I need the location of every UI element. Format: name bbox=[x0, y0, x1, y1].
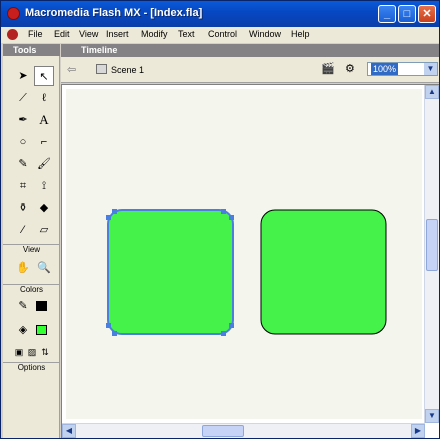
flash-app-icon bbox=[7, 7, 20, 20]
view-section-label: View bbox=[3, 244, 60, 254]
lasso-tool-icon[interactable]: ℓ bbox=[34, 88, 54, 108]
menu-bar: File Edit View Insert Modify Text Contro… bbox=[1, 27, 439, 43]
subselect-tool-icon[interactable]: ↖ bbox=[34, 66, 54, 86]
stroke-color-pencil-icon: ✎ bbox=[18, 300, 28, 312]
menu-control[interactable]: Control bbox=[208, 29, 237, 39]
menu-text[interactable]: Text bbox=[178, 29, 195, 39]
menu-window[interactable]: Window bbox=[249, 29, 281, 39]
oval-tool-icon[interactable]: ○ bbox=[13, 132, 33, 152]
fill-color-bucket-icon: ◈ bbox=[18, 324, 28, 336]
scroll-left-button[interactable]: ◀ bbox=[62, 424, 76, 438]
pencil-tool-icon[interactable]: ✎ bbox=[13, 154, 33, 174]
tools-panel-title[interactable]: Tools bbox=[3, 44, 60, 56]
zoom-select[interactable]: 100% ▼ bbox=[367, 62, 438, 76]
menu-insert[interactable]: Insert bbox=[106, 29, 129, 39]
flash-window: Macromedia Flash MX - [Index.fla] _ □ ✕ … bbox=[0, 0, 440, 439]
menu-help[interactable]: Help bbox=[291, 29, 310, 39]
free-transform-tool-icon[interactable]: ⌗ bbox=[13, 176, 33, 196]
line-tool-icon[interactable]: ⟋ bbox=[13, 88, 33, 108]
horizontal-scroll-thumb[interactable] bbox=[202, 425, 244, 437]
menu-edit[interactable]: Edit bbox=[54, 29, 70, 39]
timeline-label: Timeline bbox=[81, 45, 118, 55]
rounded-rectangle[interactable] bbox=[260, 209, 387, 335]
window-title: Macromedia Flash MX - [Index.fla] bbox=[25, 7, 203, 19]
swap-colors-icon[interactable]: ⇅ bbox=[35, 342, 55, 362]
pen-tool-icon[interactable]: ✒ bbox=[13, 110, 33, 130]
selected-rounded-rectangle[interactable] bbox=[107, 209, 234, 335]
vertical-scroll-thumb[interactable] bbox=[426, 219, 438, 271]
stroke-color-swatch[interactable] bbox=[36, 301, 47, 311]
scene-icon bbox=[96, 64, 107, 74]
scroll-right-button[interactable]: ▶ bbox=[411, 424, 425, 438]
close-button[interactable]: ✕ bbox=[418, 5, 436, 23]
back-arrow-icon[interactable]: ⇦ bbox=[67, 63, 76, 76]
menu-file[interactable]: File bbox=[28, 29, 43, 39]
eraser-tool-icon[interactable]: ▱ bbox=[34, 220, 54, 240]
stage-area[interactable]: ▲ ▼ ◀ ▶ bbox=[61, 84, 439, 438]
zoom-tool-icon[interactable]: 🔍 bbox=[34, 258, 54, 278]
horizontal-scrollbar[interactable]: ◀ ▶ bbox=[62, 423, 425, 438]
colors-section-label: Colors bbox=[3, 284, 60, 294]
options-section-label: Options bbox=[3, 362, 60, 372]
stage-canvas bbox=[106, 209, 387, 336]
eyedropper-tool-icon[interactable]: ⁄ bbox=[13, 220, 33, 240]
scroll-down-button[interactable]: ▼ bbox=[425, 409, 439, 423]
maximize-button[interactable]: □ bbox=[398, 5, 416, 23]
fill-color-swatch[interactable] bbox=[36, 325, 47, 335]
minimize-button[interactable]: _ bbox=[378, 5, 396, 23]
tools-panel: Tools ➤ ↖ ⟋ ℓ ✒ A ○ ⌐ ✎ 🖌 ⌗ ⟟ ⚱ ◆ ⁄ ▱ Vi… bbox=[3, 44, 60, 438]
edit-scene-icon[interactable]: 🎬 bbox=[321, 62, 335, 75]
vertical-scrollbar[interactable]: ▲ ▼ bbox=[424, 85, 439, 423]
scene-label[interactable]: Scene 1 bbox=[111, 65, 144, 75]
edit-bar: ⇦ Scene 1 🎬 ⚙ 100% ▼ bbox=[61, 57, 439, 83]
title-bar: Macromedia Flash MX - [Index.fla] _ □ ✕ bbox=[1, 1, 439, 27]
timeline-panel-bar[interactable]: Timeline bbox=[61, 44, 439, 57]
zoom-value: 100% bbox=[371, 63, 399, 75]
fill-transform-tool-icon[interactable]: ⟟ bbox=[34, 176, 54, 196]
brush-tool-icon[interactable]: 🖌 bbox=[34, 154, 54, 174]
rectangle-tool-icon[interactable]: ⌐ bbox=[34, 132, 54, 152]
edit-symbols-icon[interactable]: ⚙ bbox=[345, 62, 355, 75]
paint-bucket-tool-icon[interactable]: ◆ bbox=[34, 198, 54, 218]
arrow-tool-icon[interactable]: ➤ bbox=[13, 66, 33, 86]
ink-bottle-tool-icon[interactable]: ⚱ bbox=[13, 198, 33, 218]
stage[interactable] bbox=[66, 89, 422, 419]
text-tool-icon[interactable]: A bbox=[34, 110, 54, 130]
chevron-down-icon[interactable]: ▼ bbox=[424, 63, 437, 75]
hand-tool-icon[interactable]: ✋ bbox=[13, 258, 33, 278]
document-icon[interactable] bbox=[7, 29, 18, 40]
menu-view[interactable]: View bbox=[79, 29, 98, 39]
menu-modify[interactable]: Modify bbox=[141, 29, 168, 39]
scroll-up-button[interactable]: ▲ bbox=[425, 85, 439, 99]
